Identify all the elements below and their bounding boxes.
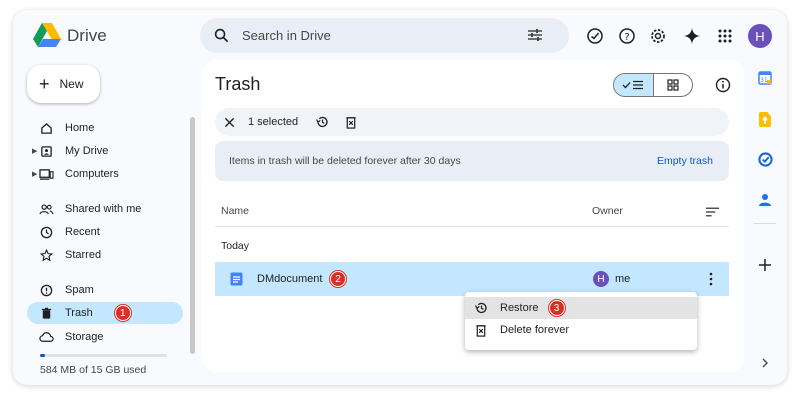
search-input[interactable]: Search in Drive	[242, 28, 331, 43]
sidebar-item-spam[interactable]: Spam	[27, 279, 183, 301]
account-avatar[interactable]: H	[748, 24, 772, 48]
help-icon[interactable]: ?	[613, 22, 641, 50]
sidebar-item-label: Home	[65, 122, 95, 134]
sidebar-item-recent[interactable]: Recent	[27, 221, 183, 243]
sidebar-scrollbar[interactable]	[190, 117, 195, 354]
menu-item-label: Restore	[500, 302, 539, 314]
restore-icon[interactable]	[315, 115, 329, 129]
sidebar-item-my-drive[interactable]: ▶ My Drive	[27, 140, 183, 162]
gemini-sparkle-icon[interactable]	[678, 22, 706, 50]
more-actions-icon[interactable]	[709, 272, 713, 291]
drive-window: Drive Search in Drive ? H + New Home ▶ M…	[13, 10, 787, 385]
storage-usage-bar	[40, 354, 167, 357]
storage-usage-fill	[40, 354, 46, 357]
document-icon	[230, 272, 243, 291]
trash-retention-banner: Items in trash will be deleted forever a…	[215, 141, 729, 181]
menu-item-label: Delete forever	[500, 324, 570, 336]
file-row[interactable]: DMdocument 2 H me	[215, 262, 729, 296]
offline-ready-icon[interactable]	[581, 22, 609, 50]
app-name: Drive	[67, 26, 107, 45]
expand-caret-icon[interactable]: ▶	[32, 147, 37, 155]
menu-item-restore[interactable]: Restore 3	[465, 297, 697, 319]
page-title: Trash	[215, 74, 261, 94]
search-icon[interactable]	[214, 28, 229, 48]
list-view-button[interactable]	[614, 74, 654, 96]
calendar-app-icon[interactable]: 31	[753, 66, 777, 90]
search-options-icon[interactable]	[527, 28, 543, 47]
sidebar-item-label: Shared with me	[65, 203, 142, 215]
selection-count: 1 selected	[248, 116, 299, 128]
apps-grid-icon[interactable]	[711, 22, 739, 50]
keep-app-icon[interactable]	[753, 107, 777, 131]
sidebar-item-label: Recent	[65, 226, 100, 238]
delete-forever-icon	[474, 323, 488, 337]
cloud-icon	[38, 329, 54, 345]
view-toggle	[613, 73, 693, 97]
my-drive-icon	[38, 143, 54, 159]
group-label: Today	[221, 240, 250, 252]
sidebar-item-computers[interactable]: ▶ Computers	[27, 163, 183, 185]
people-icon	[38, 201, 54, 217]
drive-logo-icon[interactable]	[33, 22, 61, 48]
selection-bar: 1 selected	[215, 108, 729, 136]
tasks-app-icon[interactable]	[753, 147, 777, 171]
storage-text: 584 MB of 15 GB used	[40, 364, 147, 376]
step-badge: 1	[114, 305, 131, 321]
menu-item-delete-forever[interactable]: Delete forever	[465, 319, 697, 341]
step-badge: 2	[330, 271, 346, 287]
restore-icon	[474, 301, 488, 315]
contacts-app-icon[interactable]	[753, 188, 777, 212]
grid-view-button[interactable]	[654, 74, 693, 96]
header-divider	[215, 226, 729, 227]
rail-divider	[754, 223, 776, 224]
sidebar-item-label: Storage	[65, 331, 104, 343]
delete-forever-icon[interactable]	[345, 116, 357, 129]
plus-icon: +	[39, 74, 50, 94]
owner-avatar: H	[593, 271, 609, 287]
info-icon[interactable]	[709, 71, 737, 99]
banner-text: Items in trash will be deleted forever a…	[229, 155, 461, 167]
svg-text:31: 31	[760, 77, 768, 84]
step-badge: 3	[548, 300, 565, 316]
empty-trash-button[interactable]: Empty trash	[657, 155, 713, 167]
home-icon	[38, 120, 54, 136]
expand-panel-chevron-icon[interactable]	[753, 351, 777, 375]
sidebar-item-trash[interactable]: Trash 1	[27, 302, 183, 324]
spam-icon	[38, 282, 54, 298]
expand-caret-icon[interactable]: ▶	[32, 170, 37, 178]
context-menu: Restore 3 Delete forever	[465, 292, 697, 350]
new-button[interactable]: + New	[27, 65, 100, 103]
sidebar-item-label: My Drive	[65, 145, 109, 157]
sidebar-item-label: Computers	[65, 168, 119, 180]
computers-icon	[38, 166, 54, 182]
sidebar-item-label: Trash	[65, 307, 93, 319]
sidebar-item-shared-with-me[interactable]: Shared with me	[27, 198, 183, 220]
column-header-name[interactable]: Name	[221, 205, 249, 217]
close-icon[interactable]	[224, 117, 235, 128]
clock-icon	[38, 224, 54, 240]
add-addon-icon[interactable]	[753, 253, 777, 277]
sidebar-item-starred[interactable]: Starred	[27, 244, 183, 266]
search-bar[interactable]: Search in Drive	[200, 18, 569, 53]
svg-text:?: ?	[624, 32, 629, 43]
new-button-label: New	[59, 77, 84, 91]
trash-icon	[38, 305, 54, 321]
sidebar-item-storage[interactable]: Storage	[27, 326, 183, 348]
owner-name: me	[615, 273, 631, 285]
settings-gear-icon[interactable]	[644, 22, 672, 50]
sidebar-item-label: Spam	[65, 284, 94, 296]
file-name: DMdocument	[257, 273, 323, 285]
sidebar-item-label: Starred	[65, 249, 102, 261]
sidebar-item-home[interactable]: Home	[27, 117, 183, 139]
star-icon	[38, 247, 54, 263]
column-header-owner[interactable]: Owner	[592, 205, 623, 217]
sort-icon[interactable]	[705, 205, 720, 223]
